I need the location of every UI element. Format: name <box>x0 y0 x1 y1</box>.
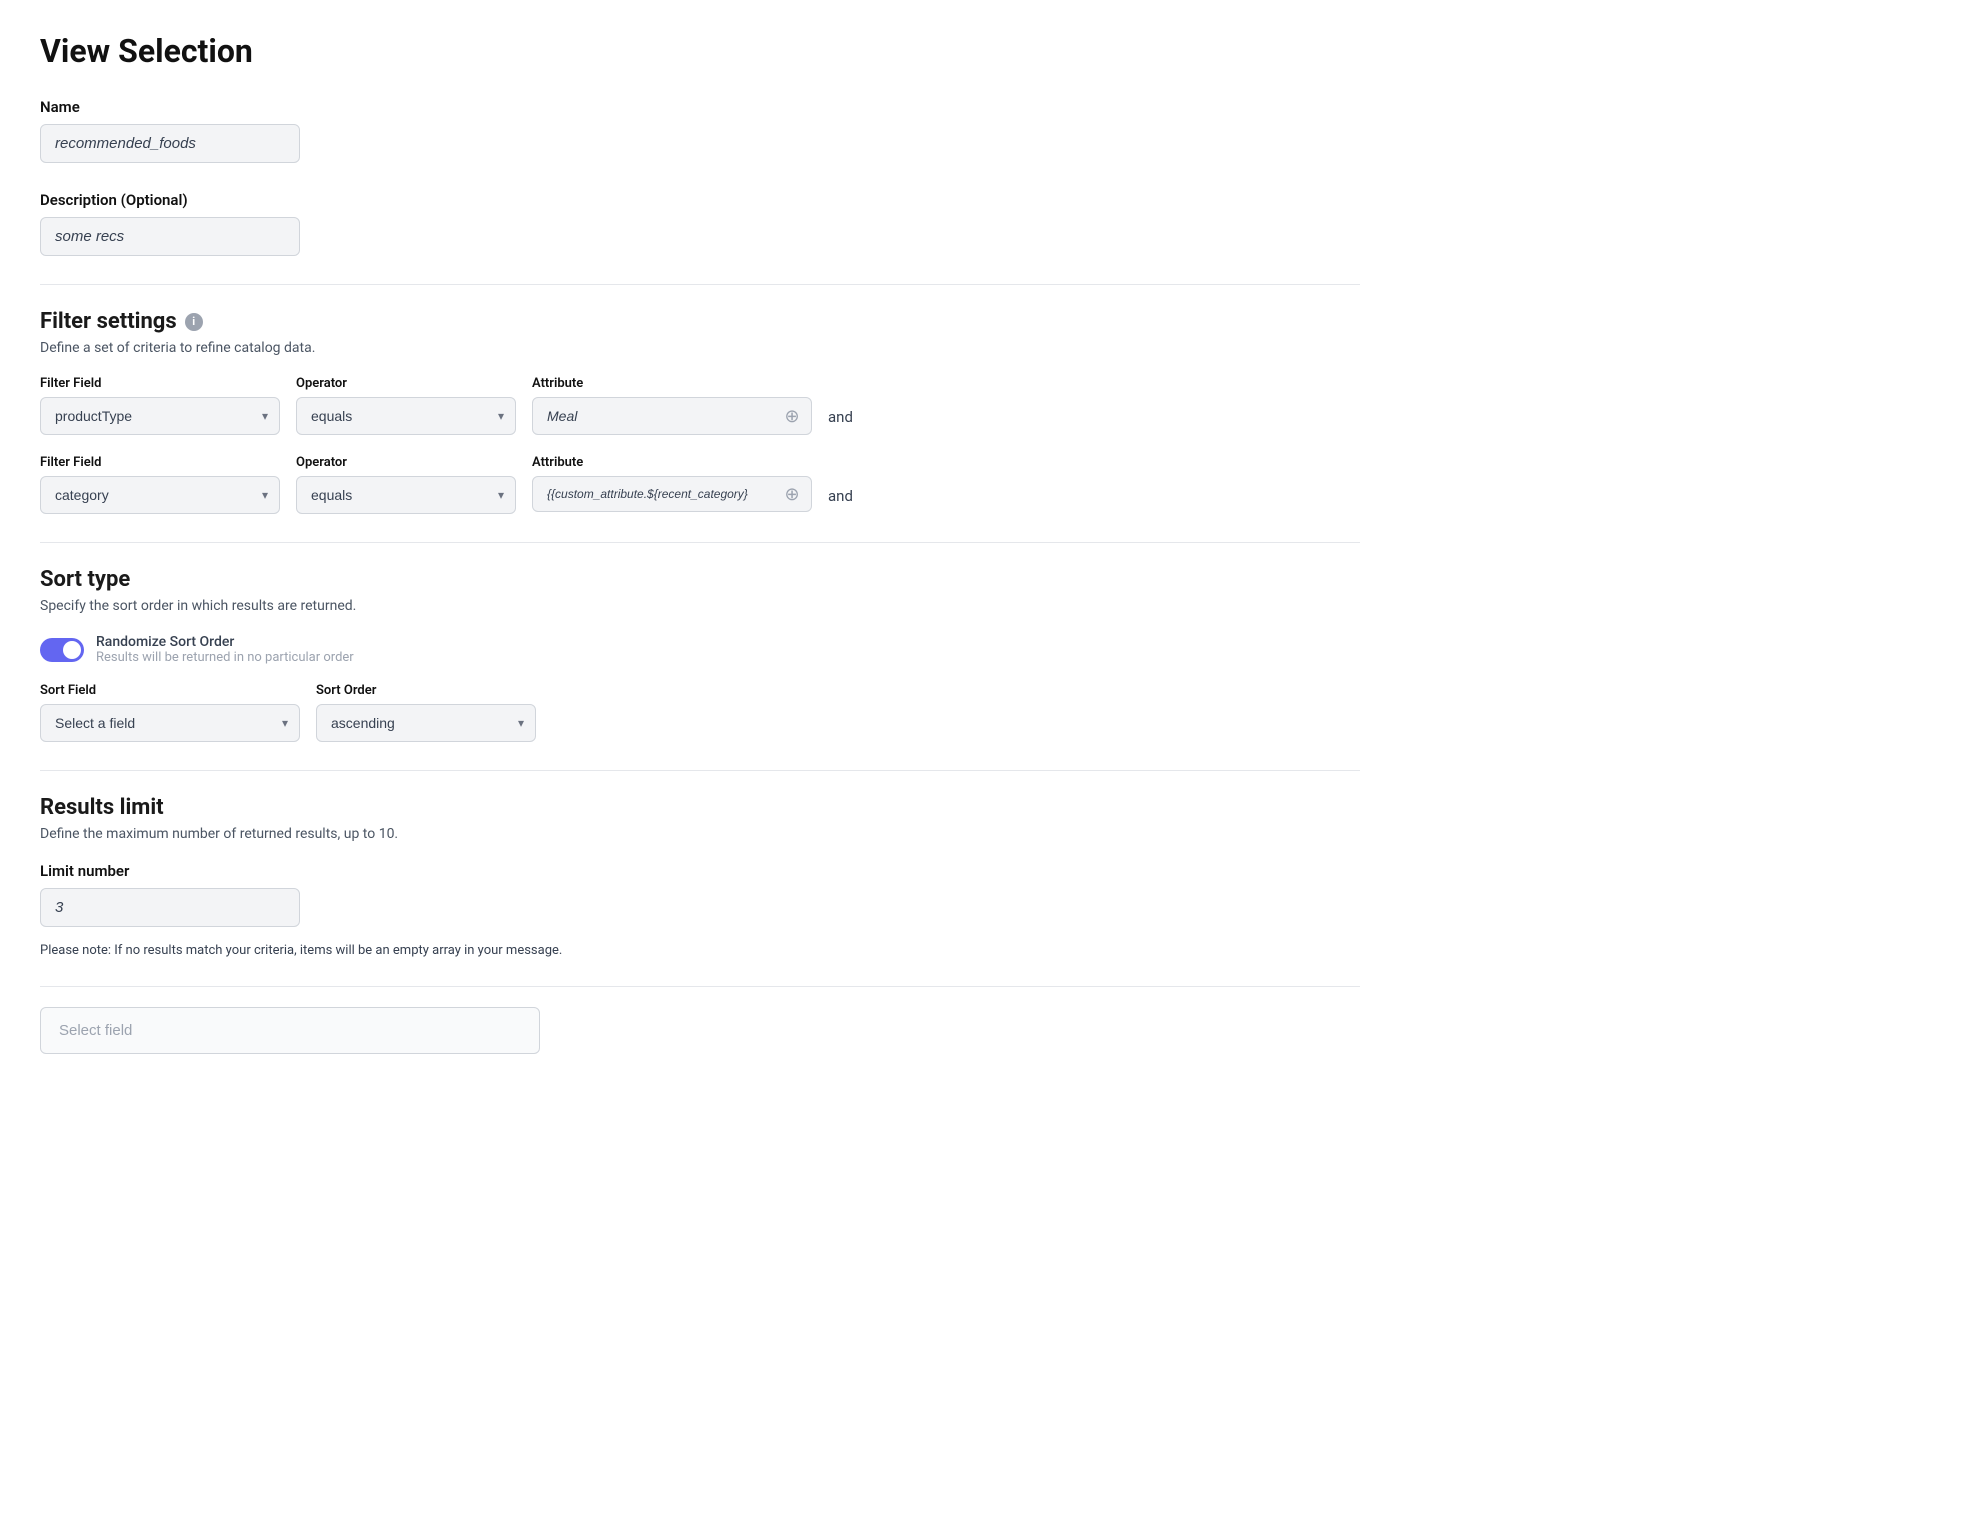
filter-field-select-wrapper-1: productType category ▾ <box>40 397 280 435</box>
sort-field-select-wrapper: Select a field ▾ <box>40 704 300 742</box>
sort-order-select-wrapper: ascending descending ▾ <box>316 704 536 742</box>
filter-row-2: Filter Field productType category ▾ Oper… <box>40 455 1360 514</box>
operator-select-1[interactable]: equals not equals contains <box>296 397 516 435</box>
randomize-toggle-row: Randomize Sort Order Results will be ret… <box>40 634 1360 665</box>
description-section: Description (Optional) <box>40 191 1360 256</box>
results-limit-section: Results limit Define the maximum number … <box>40 795 1360 958</box>
filter-field-group-1: Filter Field productType category ▾ <box>40 376 280 435</box>
filter-field-select-2[interactable]: productType category <box>40 476 280 514</box>
name-section: Name <box>40 98 1360 163</box>
attribute-wrapper-1: ⊕ <box>532 397 812 435</box>
filter-field-group-2: Filter Field productType category ▾ <box>40 455 280 514</box>
filter-settings-section: Filter settings i Define a set of criter… <box>40 309 1360 514</box>
name-input[interactable] <box>40 124 300 163</box>
randomize-toggle[interactable] <box>40 638 84 662</box>
divider-2 <box>40 542 1360 543</box>
sort-type-title: Sort type <box>40 567 1360 592</box>
attribute-label-2: Attribute <box>532 455 812 470</box>
operator-group-2: Operator equals not equals contains ▾ <box>296 455 516 514</box>
operator-group-1: Operator equals not equals contains ▾ <box>296 376 516 435</box>
filter-settings-title: Filter settings i <box>40 309 1360 334</box>
sort-order-label: Sort Order <box>316 683 536 698</box>
add-attribute-button-2[interactable]: ⊕ <box>782 484 802 504</box>
page-title: View Selection <box>40 32 1360 70</box>
operator-select-wrapper-2: equals not equals contains ▾ <box>296 476 516 514</box>
sort-field-label: Sort Field <box>40 683 300 698</box>
and-label-1: and <box>828 376 853 426</box>
toggle-title: Randomize Sort Order <box>96 634 354 650</box>
add-attribute-button-1[interactable]: ⊕ <box>782 406 802 426</box>
sort-field-group: Sort Field Select a field ▾ <box>40 683 300 742</box>
operator-select-wrapper-1: equals not equals contains ▾ <box>296 397 516 435</box>
and-label-2: and <box>828 455 853 505</box>
toggle-subtitle: Results will be returned in no particula… <box>96 650 354 665</box>
attribute-group-1: Attribute ⊕ <box>532 376 812 435</box>
toggle-text: Randomize Sort Order Results will be ret… <box>96 634 354 665</box>
sort-type-subtitle: Specify the sort order in which results … <box>40 598 1360 614</box>
divider-3 <box>40 770 1360 771</box>
filter-field-label-1: Filter Field <box>40 376 280 391</box>
filter-settings-subtitle: Define a set of criteria to refine catal… <box>40 340 1360 356</box>
info-icon[interactable]: i <box>185 313 203 331</box>
sort-row: Sort Field Select a field ▾ Sort Order a… <box>40 683 1360 742</box>
filter-row-1: Filter Field productType category ▾ Oper… <box>40 376 1360 435</box>
filter-field-select-wrapper-2: productType category ▾ <box>40 476 280 514</box>
operator-label-2: Operator <box>296 455 516 470</box>
sort-order-group: Sort Order ascending descending ▾ <box>316 683 536 742</box>
select-field-row: Select field <box>40 986 1360 1074</box>
select-field-wrapper: Select field <box>40 1007 1360 1054</box>
sort-type-section: Sort type Specify the sort order in whic… <box>40 567 1360 742</box>
limit-number-label: Limit number <box>40 862 1360 880</box>
filter-field-label-2: Filter Field <box>40 455 280 470</box>
divider-1 <box>40 284 1360 285</box>
description-input[interactable] <box>40 217 300 256</box>
select-field-dropdown[interactable]: Select field <box>40 1007 540 1054</box>
sort-order-select[interactable]: ascending descending <box>316 704 536 742</box>
description-label: Description (Optional) <box>40 191 1360 209</box>
attribute-input-2[interactable] <box>532 476 812 512</box>
notice-text: Please note: If no results match your cr… <box>40 943 1360 958</box>
operator-select-2[interactable]: equals not equals contains <box>296 476 516 514</box>
name-label: Name <box>40 98 1360 116</box>
sort-field-select[interactable]: Select a field <box>40 704 300 742</box>
results-limit-title: Results limit <box>40 795 1360 820</box>
attribute-label-1: Attribute <box>532 376 812 391</box>
operator-label-1: Operator <box>296 376 516 391</box>
attribute-wrapper-2: ⊕ <box>532 476 812 512</box>
toggle-slider <box>40 638 84 662</box>
filter-field-select-1[interactable]: productType category <box>40 397 280 435</box>
attribute-group-2: Attribute ⊕ <box>532 455 812 512</box>
limit-number-input[interactable] <box>40 888 300 927</box>
results-limit-subtitle: Define the maximum number of returned re… <box>40 826 1360 842</box>
attribute-input-1[interactable] <box>532 397 812 435</box>
